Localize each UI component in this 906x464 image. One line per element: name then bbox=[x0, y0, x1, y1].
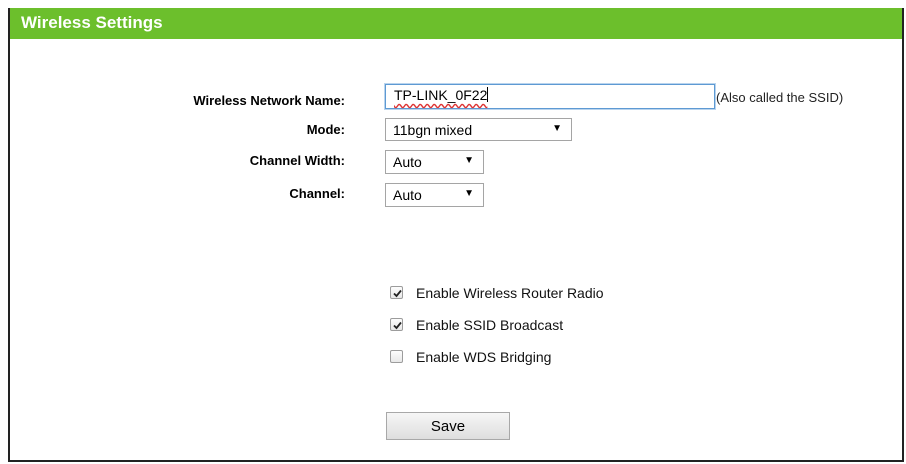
settings-panel: Wireless Settings Wireless Network Name:… bbox=[8, 8, 904, 462]
channel-width-select[interactable]: Auto ▼ bbox=[385, 150, 484, 174]
ssid-hint: (Also called the SSID) bbox=[716, 90, 844, 105]
ssid-broadcast-label: Enable SSID Broadcast bbox=[416, 317, 564, 333]
checkmark-icon bbox=[393, 289, 402, 298]
page-title: Wireless Settings bbox=[21, 13, 163, 32]
channel-width-label: Channel Width: bbox=[249, 153, 345, 168]
ssid-input[interactable]: TP-LINK_0F22 bbox=[385, 84, 715, 109]
wds-checkbox[interactable] bbox=[390, 350, 403, 363]
radio-checkbox[interactable] bbox=[390, 286, 403, 299]
channel-width-value: Auto bbox=[393, 154, 422, 170]
mode-label: Mode: bbox=[306, 122, 345, 137]
channel-value: Auto bbox=[393, 187, 422, 203]
channel-label: Channel: bbox=[289, 186, 345, 201]
ssid-broadcast-checkbox[interactable] bbox=[390, 318, 403, 331]
panel-header: Wireless Settings bbox=[10, 8, 902, 39]
save-button[interactable]: Save bbox=[386, 412, 510, 440]
wds-label: Enable WDS Bridging bbox=[416, 349, 552, 365]
mode-select[interactable]: 11bgn mixed ▼ bbox=[385, 118, 572, 141]
caret-down-icon: ▼ bbox=[464, 155, 474, 166]
radio-label: Enable Wireless Router Radio bbox=[416, 285, 604, 301]
mode-value: 11bgn mixed bbox=[393, 122, 473, 138]
ssid-label: Wireless Network Name: bbox=[193, 93, 345, 108]
channel-select[interactable]: Auto ▼ bbox=[385, 183, 484, 207]
caret-down-icon: ▼ bbox=[552, 123, 562, 134]
checkmark-icon bbox=[393, 321, 402, 330]
caret-down-icon: ▼ bbox=[464, 188, 474, 199]
text-cursor bbox=[487, 87, 489, 102]
ssid-value: TP-LINK_0F22 bbox=[394, 87, 488, 103]
